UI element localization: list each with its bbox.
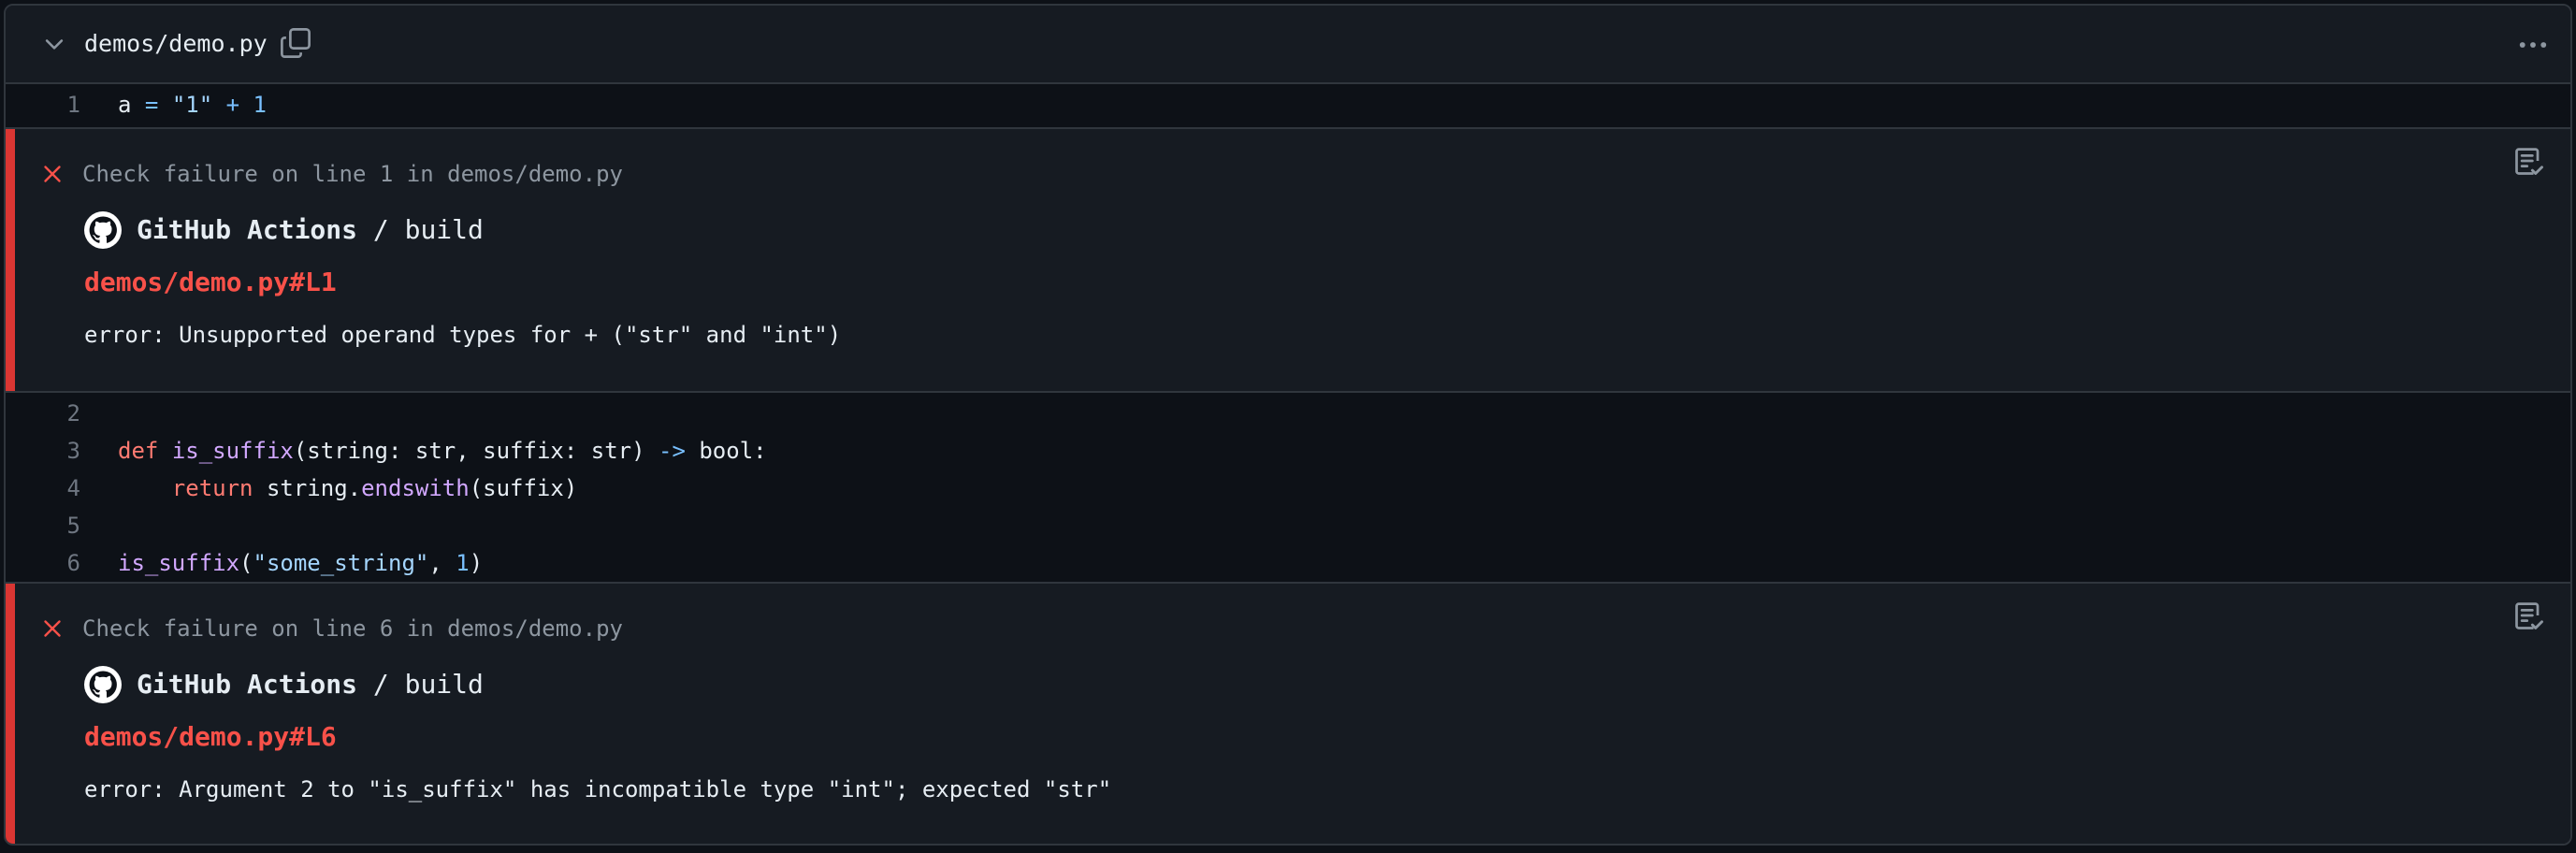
annotation-title: Check failure on line 1 in demos/demo.py xyxy=(82,161,623,187)
file-path: demos/demo.py xyxy=(84,30,268,57)
line-code: is_suffix("some_string", 1) xyxy=(118,550,484,576)
more-options-icon[interactable] xyxy=(2516,28,2550,62)
file-view: demos/demo.py 1 a = "1" + 1 Check failur… xyxy=(4,4,2572,846)
github-logo-icon xyxy=(84,211,122,249)
code-line-1: 1 a = "1" + 1 xyxy=(6,86,2570,123)
checklist-icon[interactable] xyxy=(2512,597,2546,634)
code-line-2: 2 xyxy=(6,395,2570,432)
failure-indicator-bar xyxy=(6,584,15,844)
annotation-title: Check failure on line 6 in demos/demo.py xyxy=(82,615,623,642)
annotation-link[interactable]: demos/demo.py#L1 xyxy=(84,264,337,301)
code-line-6: 6 is_suffix("some_string", 1) xyxy=(6,544,2570,582)
line-code: return string.endswith(suffix) xyxy=(171,475,578,501)
chevron-down-icon[interactable] xyxy=(41,31,67,57)
source-app: GitHub Actions xyxy=(137,214,358,245)
source-job: / build xyxy=(357,669,484,700)
code-line-4: 4 return string.endswith(suffix) xyxy=(6,470,2570,507)
line-code: def is_suffix(string: str, suffix: str) … xyxy=(118,438,767,464)
code-line-5: 5 xyxy=(6,507,2570,544)
line-number[interactable]: 6 xyxy=(6,544,80,582)
code-line-3: 3 def is_suffix(string: str, suffix: str… xyxy=(6,432,2570,470)
file-header: demos/demo.py xyxy=(6,6,2570,84)
line-code: a = "1" + 1 xyxy=(118,92,267,118)
github-logo-icon xyxy=(84,666,122,703)
x-icon xyxy=(44,620,61,637)
annotation-source: GitHub Actions / build xyxy=(137,211,484,249)
failure-indicator-bar xyxy=(6,129,15,391)
annotation-link[interactable]: demos/demo.py#L6 xyxy=(84,718,337,756)
annotation-message: error: Argument 2 to "is_suffix" has inc… xyxy=(84,776,1112,802)
check-failure-annotation: Check failure on line 1 in demos/demo.py… xyxy=(6,127,2570,393)
line-number[interactable]: 4 xyxy=(6,470,80,507)
x-icon xyxy=(44,166,61,182)
code-view: 1 a = "1" + 1 Check failure on line 1 in… xyxy=(6,86,2570,844)
copy-icon[interactable] xyxy=(279,26,312,60)
checklist-icon[interactable] xyxy=(2512,142,2546,180)
annotation-message: error: Unsupported operand types for + (… xyxy=(84,322,842,348)
check-failure-annotation: Check failure on line 6 in demos/demo.py… xyxy=(6,582,2570,844)
line-number[interactable]: 5 xyxy=(6,507,80,544)
annotation-source: GitHub Actions / build xyxy=(137,666,484,703)
line-number[interactable]: 1 xyxy=(6,86,80,123)
source-job: / build xyxy=(357,214,484,245)
source-app: GitHub Actions xyxy=(137,669,358,700)
line-number[interactable]: 3 xyxy=(6,432,80,470)
line-number[interactable]: 2 xyxy=(6,395,80,432)
